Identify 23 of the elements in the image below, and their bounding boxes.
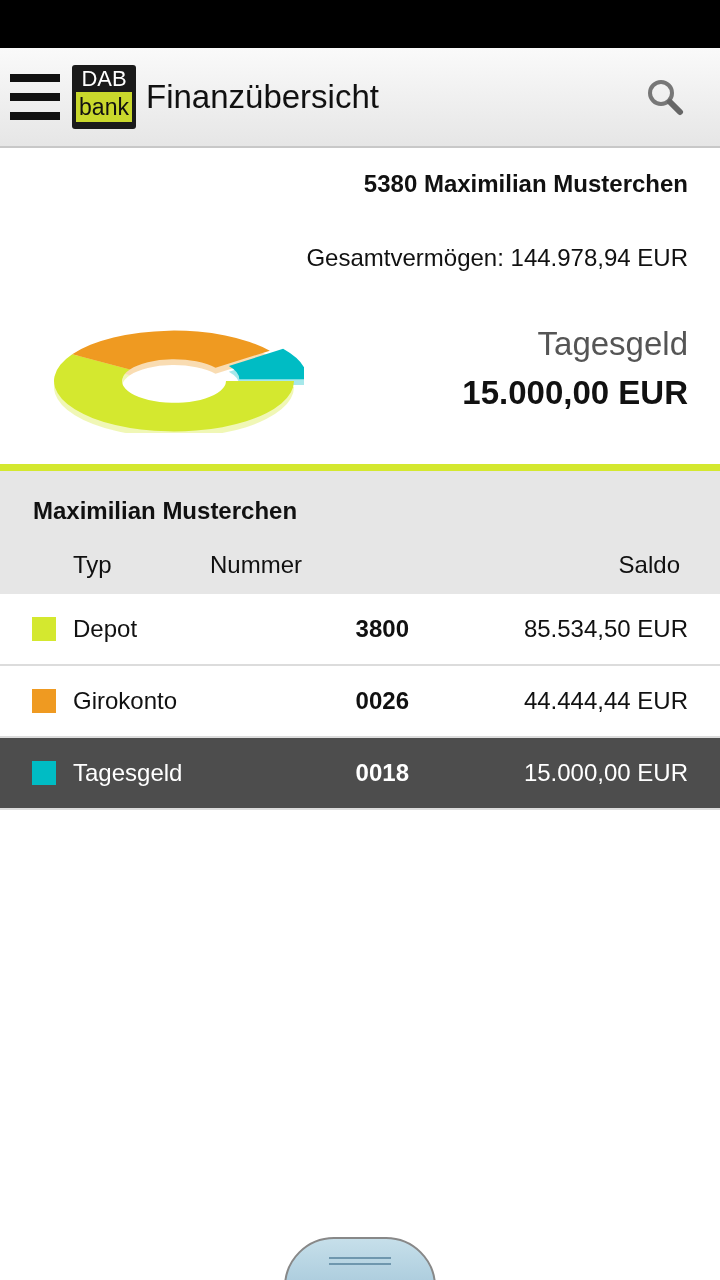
group-title: Maximilian Musterchen: [33, 496, 299, 526]
account-type: Depot: [73, 614, 139, 644]
grip-icon: [329, 1257, 391, 1265]
account-owner: 5380 Maximilian Musterchen: [363, 169, 688, 199]
account-type: Tagesgeld: [73, 758, 184, 788]
account-balance: 15.000,00 EUR: [523, 758, 688, 788]
column-header: Nummer: [210, 550, 302, 580]
account-balance: 44.444,44 EUR: [523, 686, 688, 716]
search-icon[interactable]: [646, 78, 684, 116]
account-row[interactable]: Tagesgeld 0018 15.000,00 EUR: [0, 738, 720, 810]
column-header: Typ: [73, 550, 113, 580]
account-number: 0026: [354, 686, 409, 716]
account-type: Girokonto: [73, 686, 179, 716]
selected-account-type: Tagesgeld: [537, 323, 688, 364]
page-title: Finanzübersicht: [146, 77, 379, 118]
account-number: 3800: [354, 614, 409, 644]
total-assets: Gesamtvermögen: 144.978,94 EUR: [306, 243, 688, 273]
selected-account-amount: 15.000,00 EUR: [462, 373, 688, 413]
account-balance: 85.534,50 EUR: [523, 614, 688, 644]
account-number: 0018: [354, 758, 409, 788]
menu-icon[interactable]: [10, 72, 60, 122]
column-header: Saldo: [618, 550, 680, 580]
logo: DAB bank: [72, 65, 136, 129]
